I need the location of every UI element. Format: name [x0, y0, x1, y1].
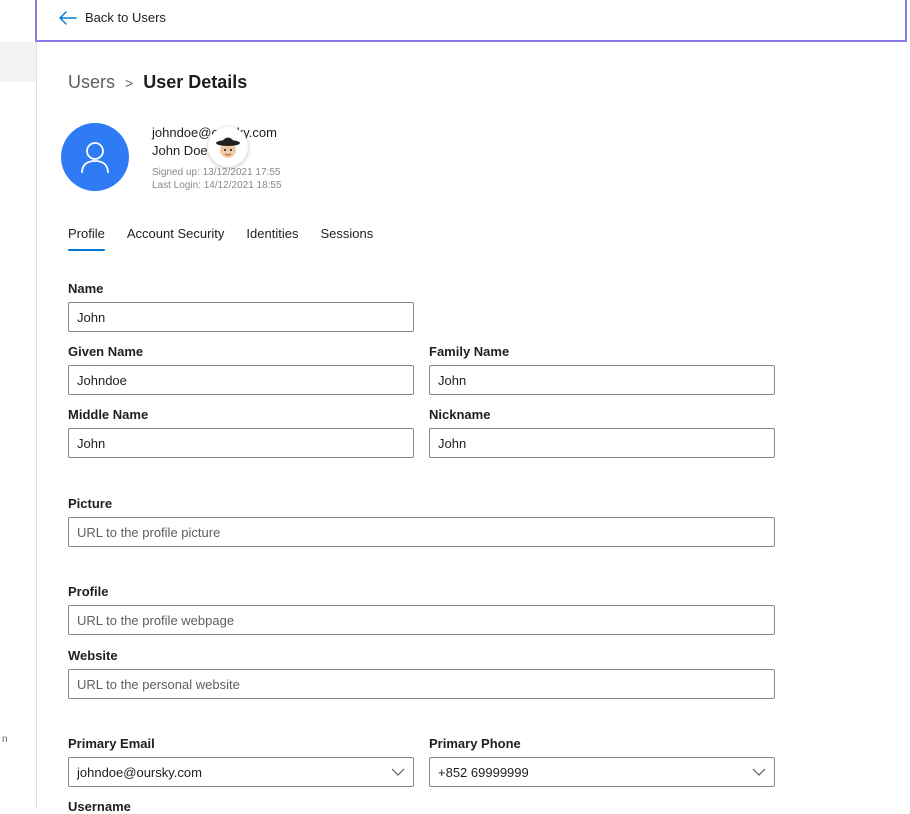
primary-email-select[interactable]: johndoe@oursky.com	[68, 757, 414, 787]
last-login-date: Last Login: 14/12/2021 18:55	[152, 180, 282, 191]
tab-identities[interactable]: Identities	[246, 226, 298, 251]
page-title: User Details	[143, 72, 248, 92]
breadcrumb-users-link[interactable]: Users	[68, 72, 115, 93]
profile-url-input[interactable]	[68, 605, 775, 635]
avatar	[61, 123, 129, 191]
name-input[interactable]	[68, 302, 414, 332]
user-icon	[81, 142, 109, 174]
middle-name-input[interactable]	[68, 428, 414, 458]
breadcrumb: Users > User Details	[68, 72, 247, 93]
name-label: Name	[68, 281, 104, 296]
picture-url-input[interactable]	[68, 517, 775, 547]
back-link-label: Back to Users	[85, 10, 166, 25]
website-url-input[interactable]	[68, 669, 775, 699]
primary-phone-value: +852 69999999	[438, 764, 529, 780]
nickname-label: Nickname	[429, 407, 491, 422]
chevron-down-icon	[752, 768, 766, 776]
arrow-left-icon	[59, 10, 77, 25]
tab-sessions[interactable]: Sessions	[320, 226, 373, 251]
top-bar: Back to Users	[35, 0, 907, 42]
chevron-down-icon	[391, 768, 405, 776]
family-name-input[interactable]	[429, 365, 775, 395]
left-navigation-rail: n	[0, 0, 37, 807]
given-name-input[interactable]	[68, 365, 414, 395]
given-name-label: Given Name	[68, 344, 144, 359]
primary-email-label: Primary Email	[68, 736, 155, 751]
primary-email-value: johndoe@oursky.com	[77, 764, 202, 780]
nickname-input[interactable]	[429, 428, 775, 458]
tab-profile[interactable]: Profile	[68, 226, 105, 251]
tab-account-security[interactable]: Account Security	[127, 226, 225, 251]
primary-phone-select[interactable]: +852 69999999	[429, 757, 775, 787]
nav-fragment-text: n	[2, 734, 8, 745]
nav-item-selected[interactable]	[0, 42, 36, 82]
user-name: John Doe	[152, 143, 208, 158]
family-name-label: Family Name	[429, 344, 510, 359]
primary-phone-label: Primary Phone	[429, 736, 521, 751]
middle-name-label: Middle Name	[68, 407, 149, 422]
signed-up-date: Signed up: 13/12/2021 17:55	[152, 167, 281, 178]
tab-bar: Profile Account Security Identities Sess…	[68, 226, 395, 251]
back-to-users-link[interactable]: Back to Users	[59, 10, 166, 25]
breadcrumb-separator: >	[125, 74, 134, 91]
profile-label: Profile	[68, 584, 109, 599]
website-label: Website	[68, 648, 118, 663]
cursor-avatar-icon	[208, 127, 248, 167]
picture-label: Picture	[68, 496, 113, 511]
